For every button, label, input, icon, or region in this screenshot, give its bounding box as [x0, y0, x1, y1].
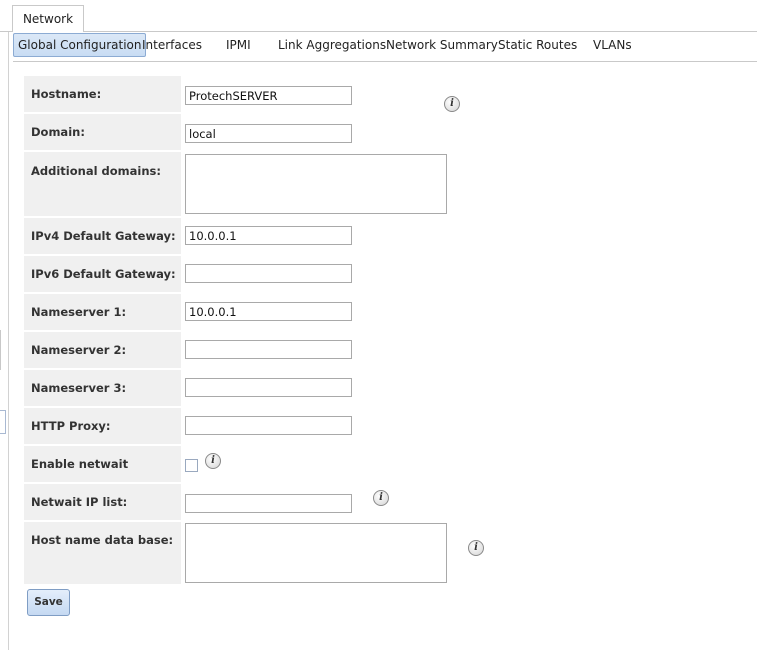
hostname-db-field-cell: i — [183, 522, 503, 584]
info-icon[interactable]: i — [468, 540, 484, 556]
ipv4-gateway-field-cell — [183, 218, 503, 254]
hostname-label: Hostname: — [24, 76, 181, 112]
tab-global-configuration[interactable]: Global Configuration — [13, 33, 147, 57]
subtab-divider — [13, 61, 757, 62]
hostname-db-label: Host name data base: — [24, 522, 181, 584]
save-button[interactable]: Save — [27, 589, 70, 616]
netwait-label: Enable netwait feature: — [24, 446, 181, 507]
nameserver3-label: Nameserver 3: — [24, 370, 181, 406]
netwait-ip-list-input[interactable] — [185, 494, 352, 513]
ipv6-gateway-label: IPv6 Default Gateway: — [24, 256, 181, 292]
info-icon[interactable]: i — [205, 453, 221, 469]
info-icon[interactable]: i — [373, 490, 389, 506]
additional-domains-textarea[interactable] — [185, 154, 447, 214]
nameserver1-input[interactable] — [185, 302, 352, 321]
left-panel-handle[interactable] — [0, 410, 6, 434]
hostname-input[interactable] — [185, 86, 352, 105]
ipv6-gateway-field-cell — [183, 256, 503, 292]
left-panel-edge-mark — [0, 330, 1, 370]
tab-ipmi[interactable]: IPMI — [226, 33, 251, 57]
domain-label: Domain: — [24, 114, 181, 150]
http-proxy-field-cell — [183, 408, 503, 444]
left-panel-edge — [8, 32, 9, 650]
nameserver2-label: Nameserver 2: — [24, 332, 181, 368]
domain-field-cell — [183, 114, 503, 150]
domain-input[interactable] — [185, 124, 352, 143]
info-icon[interactable]: i — [444, 96, 460, 112]
netwait-field-cell: i — [183, 446, 503, 482]
http-proxy-input[interactable] — [185, 416, 352, 435]
netwait-checkbox[interactable] — [185, 459, 198, 472]
tab-static-routes[interactable]: Static Routes — [498, 33, 577, 57]
netwait-ip-list-field-cell: i — [183, 484, 503, 520]
tab-vlans[interactable]: VLANs — [593, 33, 632, 57]
nameserver3-field-cell — [183, 370, 503, 406]
tab-interfaces[interactable]: Interfaces — [142, 33, 202, 57]
nameserver2-field-cell — [183, 332, 503, 368]
additional-domains-label: Additional domains: — [24, 152, 181, 216]
tab-link-aggregations[interactable]: Link Aggregations — [278, 33, 386, 57]
nameserver1-label: Nameserver 1: — [24, 294, 181, 330]
ipv4-gateway-label: IPv4 Default Gateway: — [24, 218, 181, 254]
hostname-db-textarea[interactable] — [185, 523, 447, 583]
nameserver3-input[interactable] — [185, 378, 352, 397]
tab-divider — [0, 31, 757, 32]
ipv4-gateway-input[interactable] — [185, 226, 352, 245]
additional-domains-field-cell — [183, 152, 503, 216]
http-proxy-label: HTTP Proxy: — [24, 408, 181, 444]
netwait-ip-list-label: Netwait IP list: — [24, 484, 181, 520]
ipv6-gateway-input[interactable] — [185, 264, 352, 283]
tab-network-summary[interactable]: Network Summary — [386, 33, 498, 57]
tab-network[interactable]: Network — [12, 5, 84, 32]
nameserver2-input[interactable] — [185, 340, 352, 359]
nameserver1-field-cell — [183, 294, 503, 330]
